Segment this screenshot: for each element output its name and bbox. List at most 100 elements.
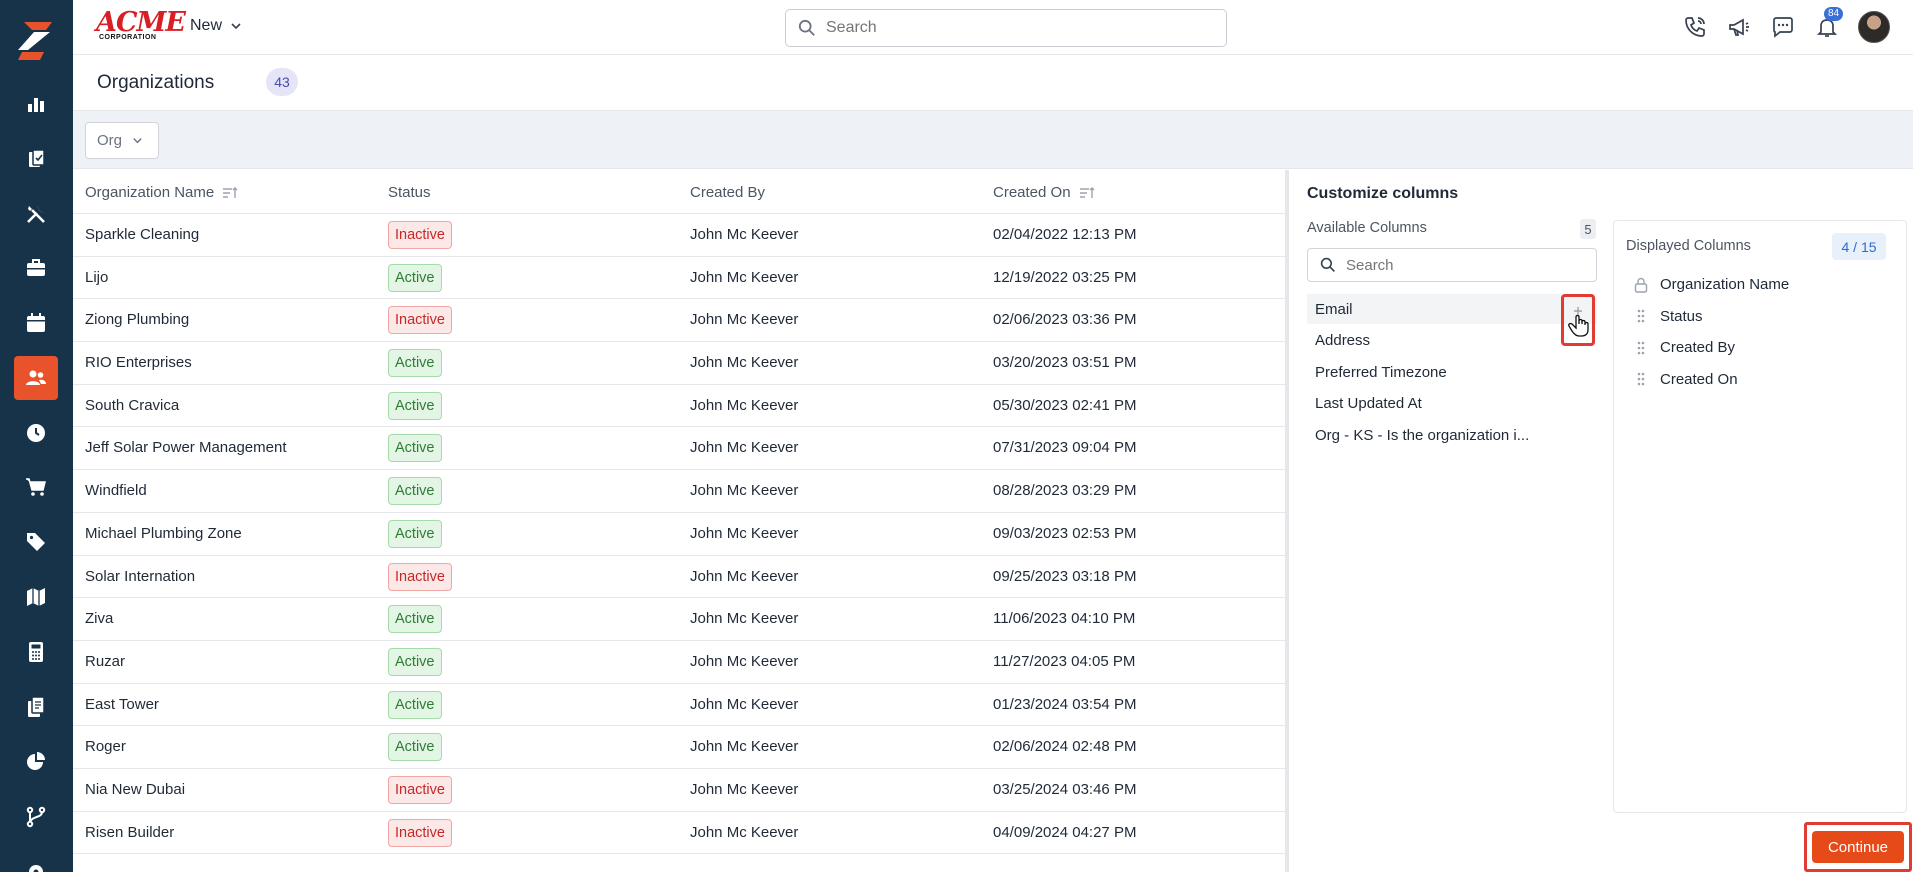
cell-organization-name[interactable]: East Tower bbox=[85, 696, 159, 713]
column-header-created-by[interactable]: Created By bbox=[690, 184, 765, 201]
company-logo[interactable]: ACME CORPORATION bbox=[96, 9, 186, 41]
clipboard-icon bbox=[29, 149, 45, 167]
available-columns-search-input[interactable] bbox=[1346, 256, 1586, 274]
available-column-item[interactable]: Last Updated At bbox=[1307, 389, 1597, 419]
rail-item-map[interactable] bbox=[14, 575, 58, 619]
cell-status: Active bbox=[388, 263, 442, 292]
table-row[interactable]: South Cravica Active John Mc Keever 05/30/2… bbox=[73, 385, 1285, 428]
available-column-item[interactable]: Org - KS - Is the organization i... bbox=[1307, 420, 1597, 450]
cart-icon bbox=[26, 478, 46, 496]
cell-organization-name[interactable]: South Cravica bbox=[85, 397, 179, 414]
cell-organization-name[interactable]: Michael Plumbing Zone bbox=[85, 525, 242, 542]
megaphone-icon[interactable] bbox=[1725, 13, 1753, 41]
rail-item-cart[interactable] bbox=[14, 465, 58, 509]
rail-item-clipboard[interactable] bbox=[14, 137, 58, 181]
cell-created-on: 05/30/2023 02:41 PM bbox=[993, 396, 1137, 414]
status-badge: Active bbox=[388, 605, 442, 634]
displayed-column-item[interactable]: Created By bbox=[1634, 339, 1735, 356]
phone-icon[interactable] bbox=[1681, 13, 1709, 41]
column-header-organization-name[interactable]: Organization Name bbox=[85, 184, 238, 201]
page-header: Organizations 43 bbox=[73, 55, 1913, 111]
chat-icon[interactable] bbox=[1769, 13, 1797, 41]
cell-status: Active bbox=[388, 349, 442, 378]
table-row[interactable]: Ziong Plumbing Inactive John Mc Keever 02/0… bbox=[73, 299, 1285, 343]
cell-organization-name[interactable]: RIO Enterprises bbox=[85, 354, 192, 371]
sort-icon[interactable] bbox=[222, 186, 238, 200]
table-row[interactable]: Lijo Active John Mc Keever 12/19/2022 03:25… bbox=[73, 257, 1285, 300]
cell-created-on: 09/25/2023 03:18 PM bbox=[993, 567, 1137, 585]
rail-item-calendar[interactable] bbox=[14, 301, 58, 345]
org-filter-dropdown[interactable]: Org bbox=[85, 122, 159, 159]
global-search[interactable] bbox=[785, 9, 1227, 47]
tag-icon bbox=[27, 533, 45, 551]
rail-item-clock[interactable] bbox=[14, 411, 58, 455]
cell-status: Inactive bbox=[388, 818, 452, 847]
cell-organization-name[interactable]: Nia New Dubai bbox=[85, 781, 185, 798]
table-row[interactable]: RIO Enterprises Active John Mc Keever 03/20… bbox=[73, 342, 1285, 385]
table-row[interactable]: Roger Active John Mc Keever 02/06/2024 02:4… bbox=[73, 726, 1285, 769]
rail-item-tag[interactable] bbox=[14, 520, 58, 564]
table-row[interactable]: Windfield Active John Mc Keever 08/28/2023 … bbox=[73, 470, 1285, 513]
gear-icon bbox=[29, 865, 43, 872]
cell-organization-name[interactable]: Risen Builder bbox=[85, 824, 174, 841]
cell-organization-name[interactable]: Jeff Solar Power Management bbox=[85, 439, 287, 456]
user-avatar[interactable] bbox=[1858, 11, 1890, 43]
column-header-status[interactable]: Status bbox=[388, 184, 431, 201]
displayed-column-item[interactable]: Created On bbox=[1634, 371, 1738, 388]
table-row[interactable]: Nia New Dubai Inactive John Mc Keever 03/25… bbox=[73, 769, 1285, 812]
cell-organization-name[interactable]: Ruzar bbox=[85, 653, 125, 670]
table-row[interactable]: Jeff Solar Power Management Active John Mc… bbox=[73, 427, 1285, 471]
table-row[interactable]: Solar Internation Inactive John Mc Keever 0… bbox=[73, 556, 1285, 599]
cell-organization-name[interactable]: Solar Internation bbox=[85, 568, 195, 585]
rail-item-bar-chart[interactable] bbox=[14, 82, 58, 126]
displayed-column-item[interactable]: Status bbox=[1634, 308, 1703, 325]
cell-organization-name[interactable]: Windfield bbox=[85, 482, 147, 499]
cell-created-on: 03/25/2024 03:46 PM bbox=[993, 780, 1137, 798]
available-column-item[interactable]: Email bbox=[1307, 294, 1597, 324]
drag-handle-icon[interactable] bbox=[1634, 340, 1648, 356]
rail-item-people[interactable] bbox=[14, 356, 58, 400]
calendar-icon bbox=[27, 313, 45, 332]
lock-icon bbox=[1634, 277, 1648, 293]
rail-item-pie-chart[interactable] bbox=[14, 740, 58, 784]
global-search-input[interactable] bbox=[826, 19, 1206, 37]
rail-item-documents[interactable] bbox=[14, 685, 58, 729]
table-row[interactable]: Ziva Active John Mc Keever 11/06/2023 04:10… bbox=[73, 598, 1285, 641]
rail-item-calculator[interactable] bbox=[14, 630, 58, 674]
drag-handle-icon[interactable] bbox=[1634, 371, 1648, 387]
briefcase-icon bbox=[27, 259, 45, 276]
cell-organization-name[interactable]: Ziva bbox=[85, 610, 113, 627]
table-row[interactable]: Risen Builder Inactive John Mc Keever 04/09… bbox=[73, 812, 1285, 855]
app-logo-icon[interactable] bbox=[14, 18, 58, 62]
status-badge: Active bbox=[388, 647, 442, 676]
org-filter-label: Org bbox=[97, 132, 123, 149]
sort-icon[interactable] bbox=[1079, 186, 1095, 200]
cell-created-by: John Mc Keever bbox=[690, 268, 799, 286]
cell-organization-name[interactable]: Lijo bbox=[85, 269, 108, 286]
rail-item-settings[interactable] bbox=[14, 850, 58, 872]
branch-icon bbox=[26, 806, 46, 828]
new-menu-button[interactable]: New bbox=[190, 17, 242, 35]
continue-button[interactable]: Continue bbox=[1812, 831, 1904, 863]
table-row[interactable]: Michael Plumbing Zone Active John Mc Keeve… bbox=[73, 513, 1285, 556]
displayed-column-label: Organization Name bbox=[1660, 276, 1790, 293]
rail-item-briefcase[interactable] bbox=[14, 246, 58, 290]
add-column-button[interactable] bbox=[1561, 294, 1595, 346]
available-column-item[interactable]: Preferred Timezone bbox=[1307, 357, 1597, 387]
drag-handle-icon[interactable] bbox=[1634, 308, 1648, 324]
cell-created-by: John Mc Keever bbox=[690, 396, 799, 414]
table-row[interactable]: East Tower Active John Mc Keever 01/23/2024… bbox=[73, 684, 1285, 727]
pie-chart-icon bbox=[27, 752, 45, 770]
tools-icon bbox=[27, 206, 45, 223]
rail-item-branch[interactable] bbox=[14, 795, 58, 839]
cell-organization-name[interactable]: Roger bbox=[85, 738, 126, 755]
column-header-created-on[interactable]: Created On bbox=[993, 184, 1095, 201]
available-columns-search[interactable] bbox=[1307, 248, 1597, 282]
status-badge: Active bbox=[388, 391, 442, 420]
cell-organization-name[interactable]: Ziong Plumbing bbox=[85, 311, 189, 328]
rail-item-tools[interactable] bbox=[14, 192, 58, 236]
table-row[interactable]: Ruzar Active John Mc Keever 11/27/2023 04:0… bbox=[73, 641, 1285, 684]
table-row[interactable]: Sparkle Cleaning Inactive John Mc Keever 02… bbox=[73, 214, 1285, 257]
cell-organization-name[interactable]: Sparkle Cleaning bbox=[85, 226, 199, 243]
available-column-item[interactable]: Address bbox=[1307, 326, 1597, 356]
